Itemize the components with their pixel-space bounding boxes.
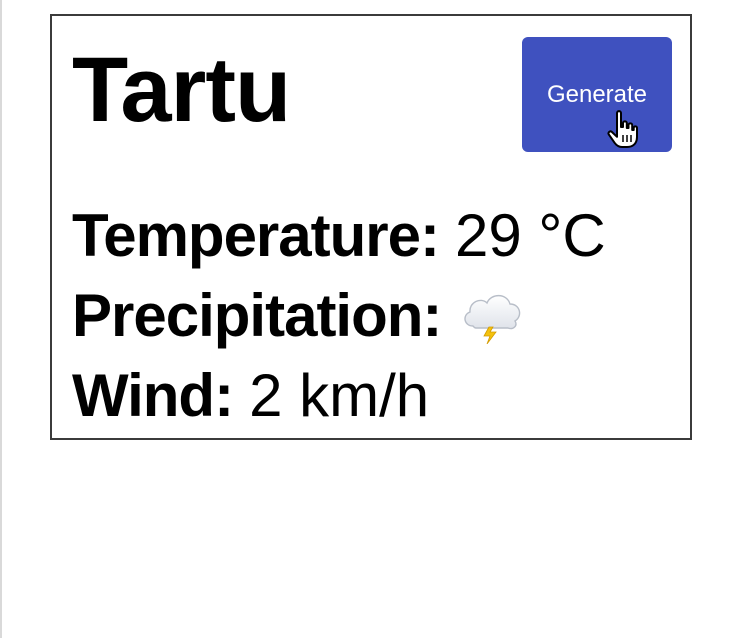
thunder-cloud-icon [464,294,521,344]
precipitation-label: Precipitation: [72,282,442,349]
wind-value: 2 km/h [249,362,430,429]
city-title: Tartu [72,39,291,141]
weather-card: Tartu Generate Temperature: 29 °C Precip… [50,14,692,440]
wind-row: Wind: 2 km/h [72,356,672,436]
hand-pointer-icon [607,110,638,148]
wind-label: Wind: [72,362,234,429]
page-edge [0,0,2,638]
temperature-row: Temperature: 29 °C [72,196,672,276]
temperature-label: Temperature: [72,202,440,269]
weather-details: Temperature: 29 °C Precipitation: Wind: … [72,196,672,436]
precipitation-row: Precipitation: [72,276,672,356]
temperature-value: 29 °C [454,202,606,269]
generate-button[interactable]: Generate [522,37,672,152]
